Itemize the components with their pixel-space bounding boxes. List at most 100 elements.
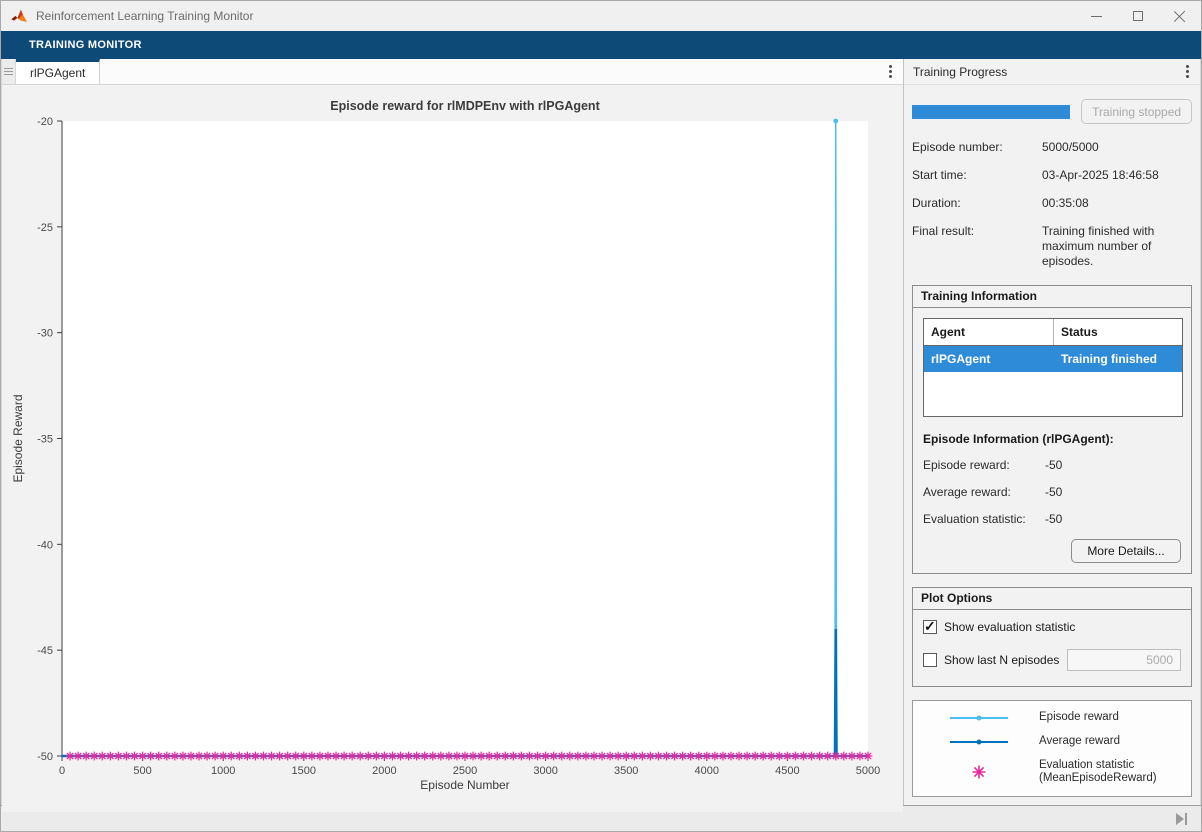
skip-to-end-button[interactable] — [1175, 812, 1187, 825]
episode-reward-plot: Episode reward for rlMDPEnv with rlPGAge… — [11, 99, 880, 792]
duration-row: Duration: 00:35:08 — [912, 196, 1192, 211]
panel-title: Training Progress — [913, 64, 1008, 79]
grip-icon — [4, 68, 13, 69]
episode-number-value: 5000/5000 — [1042, 140, 1099, 154]
tab-grip-handle[interactable] — [2, 59, 16, 84]
ribbon-bar: TRAINING MONITOR — [1, 31, 1201, 59]
duration-label: Duration: — [912, 196, 961, 210]
tab-strip-filler — [100, 59, 877, 84]
maximize-button[interactable] — [1117, 1, 1159, 31]
evaluation-statistic-row: Evaluation statistic: -50 — [923, 512, 1181, 526]
average-reward-line-icon — [919, 739, 1039, 745]
svg-text:0: 0 — [59, 765, 65, 777]
kebab-menu-icon — [888, 70, 892, 73]
app-window: Reinforcement Learning Training Monitor … — [0, 0, 1202, 832]
tab-label: rlPGAgent — [30, 66, 86, 80]
svg-text:5000: 5000 — [856, 765, 880, 777]
document-tab-strip: rlPGAgent — [2, 59, 903, 85]
duration-value: 00:35:08 — [1042, 196, 1089, 210]
svg-text:Episode reward for rlMDPEnv wi: Episode reward for rlMDPEnv with rlPGAge… — [330, 99, 600, 113]
evaluation-statistic-asterisk-icon — [919, 763, 1039, 781]
svg-text:2500: 2500 — [453, 765, 477, 777]
agent-cell: rlPGAgent — [924, 346, 1054, 372]
matlab-logo-icon — [11, 9, 27, 22]
start-time-row: Start time: 03-Apr-2025 18:46:58 — [912, 168, 1192, 183]
svg-text:4500: 4500 — [775, 765, 799, 777]
episode-reward-value: -50 — [1045, 458, 1063, 472]
legend-evaluation-statistic: Evaluation statistic (MeanEpisodeReward) — [919, 759, 1185, 787]
svg-text:3500: 3500 — [614, 765, 638, 777]
kebab-menu-icon — [1185, 70, 1189, 73]
show-evaluation-statistic-checkbox[interactable] — [923, 618, 937, 635]
svg-text:-25: -25 — [37, 222, 53, 234]
training-progress-panel: Training Progress Training stopped Episo… — [904, 59, 1201, 805]
svg-text:Episode Reward: Episode Reward — [11, 394, 25, 482]
legend-episode-reward-label: Episode reward — [1039, 711, 1119, 723]
plot-options-group: Plot Options Show evaluation statistic S… — [912, 587, 1192, 687]
training-chart: Episode reward for rlMDPEnv with rlPGAge… — [2, 85, 903, 812]
episode-number-row: Episode number: 5000/5000 — [912, 140, 1192, 155]
show-evaluation-statistic-option: Show evaluation statistic — [923, 618, 1181, 635]
more-details-button[interactable]: More Details... — [1071, 539, 1181, 563]
episode-information-title: Episode Information (rlPGAgent): — [923, 432, 1114, 446]
episode-reward-row: Episode reward: -50 — [923, 458, 1181, 472]
average-reward-label: Average reward: — [923, 485, 1011, 499]
ribbon-tab-training-monitor[interactable]: TRAINING MONITOR — [29, 39, 142, 51]
minimize-icon — [1090, 15, 1102, 17]
episode-number-label: Episode number: — [912, 140, 1003, 154]
table-header-row: Agent Status — [924, 319, 1182, 346]
training-information-group: Training Information Agent Status rlPGAg… — [912, 285, 1192, 574]
chart-legend: Episode reward Average reward Evaluation… — [912, 700, 1192, 798]
panel-header: Training Progress — [904, 59, 1200, 85]
close-button[interactable] — [1159, 1, 1201, 31]
training-information-title: Training Information — [913, 286, 1191, 308]
legend-evaluation-statistic-label: Evaluation statistic (MeanEpisodeReward) — [1039, 758, 1157, 785]
status-column-header: Status — [1061, 325, 1098, 339]
training-progress-bar — [912, 104, 1071, 119]
window-controls — [1075, 1, 1201, 31]
plot-options-title: Plot Options — [913, 588, 1191, 610]
table-empty-space — [924, 372, 1182, 416]
tab-rlpgagent[interactable]: rlPGAgent — [16, 59, 101, 84]
legend-average-reward: Average reward — [919, 735, 1185, 749]
svg-text:-40: -40 — [37, 539, 53, 551]
show-last-n-episodes-label: Show last N episodes — [944, 653, 1060, 667]
evaluation-statistic-label: Evaluation statistic: — [923, 512, 1026, 526]
document-options-button[interactable] — [877, 59, 903, 84]
document-area: rlPGAgent Episode reward for rlMDPEnv wi… — [1, 59, 903, 812]
evaluation-statistic-value: -50 — [1045, 512, 1063, 526]
show-last-n-episodes-checkbox[interactable] — [923, 653, 937, 667]
skip-to-end-icon — [1175, 812, 1184, 825]
progress-fill — [912, 104, 1071, 119]
svg-text:2000: 2000 — [372, 765, 396, 777]
svg-text:-30: -30 — [37, 328, 53, 340]
title-bar: Reinforcement Learning Training Monitor — [1, 1, 1201, 31]
svg-text:500: 500 — [133, 765, 151, 777]
legend-episode-reward: Episode reward — [919, 711, 1185, 725]
training-stopped-button[interactable]: Training stopped — [1081, 99, 1192, 124]
status-cell: Training finished — [1061, 352, 1158, 366]
last-n-episodes-input[interactable] — [1067, 649, 1181, 671]
svg-text:-20: -20 — [37, 116, 53, 128]
progress-row: Training stopped — [912, 99, 1192, 124]
panel-body: Training stopped Episode number: 5000/50… — [904, 85, 1200, 805]
svg-text:-45: -45 — [37, 645, 53, 657]
svg-text:1500: 1500 — [292, 765, 316, 777]
episode-reward-line-icon — [919, 715, 1039, 721]
average-reward-value: -50 — [1045, 485, 1063, 499]
start-time-label: Start time: — [912, 168, 967, 182]
svg-text:-35: -35 — [37, 434, 53, 446]
svg-text:-50: -50 — [37, 751, 53, 763]
main-area: rlPGAgent Episode reward for rlMDPEnv wi… — [1, 59, 1201, 812]
table-row[interactable]: rlPGAgent Training finished — [924, 346, 1182, 372]
show-evaluation-statistic-label: Show evaluation statistic — [944, 620, 1076, 634]
svg-text:Episode Number: Episode Number — [420, 778, 509, 792]
final-result-row: Final result: Training finished with max… — [912, 224, 1192, 269]
skip-to-end-icon-bar — [1184, 812, 1187, 825]
agent-column-header: Agent — [924, 319, 1054, 345]
average-reward-row: Average reward: -50 — [923, 485, 1181, 499]
panel-options-button[interactable] — [1174, 70, 1200, 73]
show-last-n-episodes-option: Show last N episodes — [923, 649, 1181, 671]
episode-reward-label: Episode reward: — [923, 458, 1010, 472]
minimize-button[interactable] — [1075, 1, 1117, 31]
